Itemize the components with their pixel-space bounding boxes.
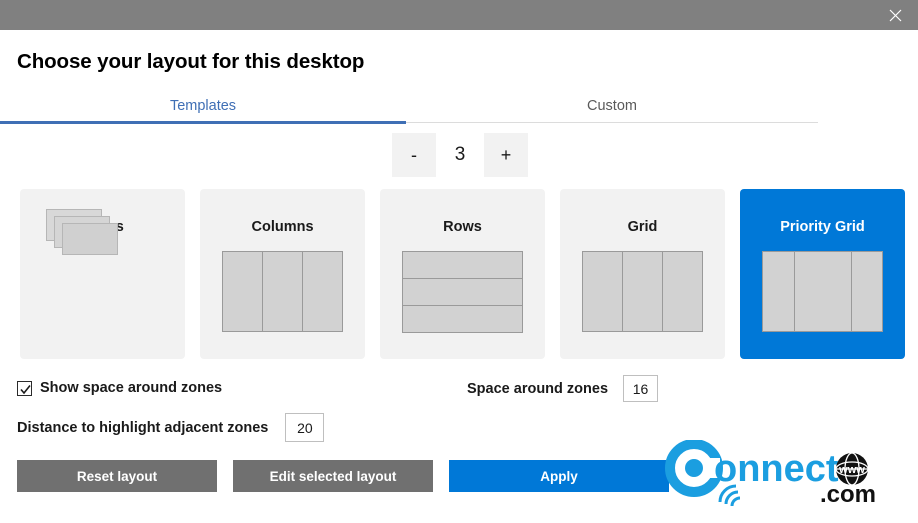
layout-card-columns[interactable]: Columns bbox=[200, 189, 365, 359]
layout-template-list: Focus Columns Rows bbox=[20, 189, 905, 359]
edit-selected-layout-button[interactable]: Edit selected layout bbox=[233, 460, 433, 492]
page-title: Choose your layout for this desktop bbox=[17, 50, 365, 73]
dialog-footer: Reset layout Edit selected layout Apply bbox=[17, 460, 901, 492]
layout-preview-rows bbox=[402, 251, 523, 333]
preview-zone bbox=[851, 251, 883, 332]
preview-zone bbox=[582, 251, 623, 332]
layout-card-label: Grid bbox=[627, 219, 658, 235]
layout-card-focus[interactable]: Focus bbox=[20, 189, 185, 359]
preview-zone bbox=[302, 251, 343, 332]
distance-highlight-label: Distance to highlight adjacent zones bbox=[17, 419, 269, 436]
layout-card-priority-grid[interactable]: Priority Grid bbox=[740, 189, 905, 359]
space-around-zones-row: Space around zones bbox=[467, 375, 659, 402]
layout-dialog: Choose your layout for this desktop Temp… bbox=[0, 30, 918, 509]
close-icon bbox=[889, 9, 902, 22]
tab-active-indicator bbox=[0, 121, 406, 124]
preview-zone bbox=[222, 251, 263, 332]
preview-zone bbox=[622, 251, 663, 332]
zone-count-stepper: - 3 + bbox=[392, 133, 528, 177]
layout-preview-columns bbox=[222, 251, 343, 332]
preview-zone bbox=[402, 305, 523, 333]
preview-zone bbox=[762, 251, 795, 332]
zone-count-value: 3 bbox=[454, 144, 466, 165]
distance-highlight-input[interactable] bbox=[285, 413, 325, 442]
layout-preview-grid bbox=[582, 251, 703, 332]
layout-preview-priority-grid bbox=[762, 251, 883, 332]
show-space-around-zones-checkbox[interactable]: Show space around zones bbox=[17, 380, 222, 396]
layout-card-label: Priority Grid bbox=[780, 219, 865, 235]
checkbox-box bbox=[17, 380, 32, 396]
distance-highlight-row: Distance to highlight adjacent zones bbox=[17, 413, 325, 442]
layout-card-rows[interactable]: Rows bbox=[380, 189, 545, 359]
zone-count-decrement-button[interactable]: - bbox=[392, 133, 436, 177]
window-titlebar bbox=[0, 0, 918, 30]
check-icon bbox=[20, 384, 31, 394]
layout-preview-cascade bbox=[46, 209, 118, 255]
layout-card-grid[interactable]: Grid bbox=[560, 189, 725, 359]
preview-zone bbox=[402, 251, 523, 279]
close-button[interactable] bbox=[872, 0, 918, 30]
show-space-around-zones-label: Show space around zones bbox=[40, 380, 223, 396]
preview-zone bbox=[794, 251, 852, 332]
preview-zone bbox=[262, 251, 303, 332]
preview-zone bbox=[662, 251, 703, 332]
tabstrip: Templates Custom bbox=[0, 91, 918, 124]
zone-count-increment-button[interactable]: + bbox=[484, 133, 528, 177]
tab-custom[interactable]: Custom bbox=[406, 91, 818, 121]
reset-layout-button[interactable]: Reset layout bbox=[17, 460, 217, 492]
preview-window bbox=[62, 223, 118, 255]
layout-card-label: Rows bbox=[443, 219, 482, 235]
tab-strip-divider bbox=[406, 122, 818, 123]
apply-button[interactable]: Apply bbox=[449, 460, 669, 492]
space-around-zones-input[interactable] bbox=[623, 375, 659, 402]
space-around-zones-label: Space around zones bbox=[467, 380, 609, 397]
layout-card-label: Columns bbox=[251, 219, 314, 235]
tab-templates[interactable]: Templates bbox=[0, 91, 406, 121]
preview-zone bbox=[402, 278, 523, 306]
